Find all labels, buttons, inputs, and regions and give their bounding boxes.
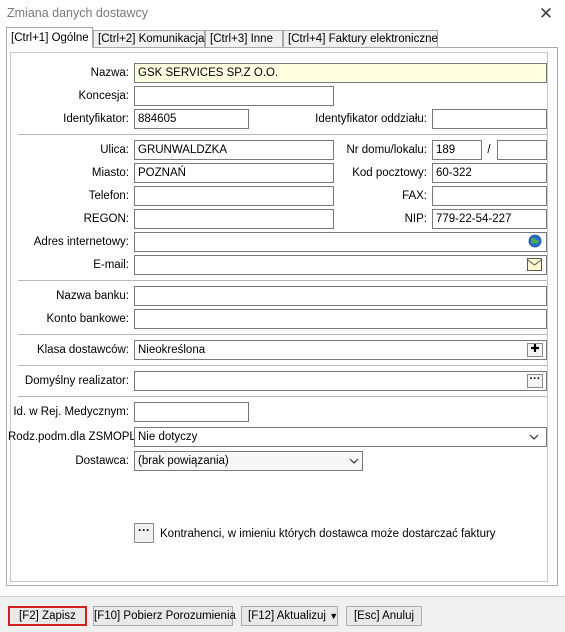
nazwa-field[interactable]: GSK SERVICES SP.Z O.O.: [134, 63, 547, 83]
regon-field[interactable]: [134, 209, 334, 229]
label-email: E-mail:: [93, 259, 129, 271]
id-rej-medycznym-field[interactable]: [134, 402, 249, 422]
anuluj-button[interactable]: [Esc] Anuluj: [346, 606, 422, 626]
nr-domu-field[interactable]: 189: [432, 140, 482, 160]
label-koncesja: Koncesja:: [78, 90, 129, 102]
koncesja-field[interactable]: [134, 86, 334, 106]
label-domyslny-realizator: Domyślny realizator:: [24, 375, 129, 387]
label-ulica: Ulica:: [100, 144, 129, 156]
adres-internetowy-field[interactable]: [134, 232, 547, 252]
nip-field[interactable]: 779-22-54-227: [432, 209, 547, 229]
chevron-down-icon[interactable]: [526, 429, 542, 445]
nazwa-banku-field[interactable]: [134, 286, 547, 306]
close-icon[interactable]: ✕: [537, 5, 555, 23]
zapisz-button[interactable]: [F2] Zapisz: [8, 606, 87, 626]
ellipsis-icon[interactable]: ···: [527, 374, 543, 388]
label-identyfikator: Identyfikator:: [63, 113, 129, 125]
label-fax: FAX:: [402, 190, 427, 202]
separator: [18, 280, 547, 281]
separator: [18, 396, 547, 397]
separator: [18, 134, 547, 135]
separator: [18, 334, 547, 335]
separator: [18, 365, 547, 366]
dropdown-arrow-icon: ▼: [329, 611, 339, 621]
fax-field[interactable]: [432, 186, 547, 206]
konto-bankowe-field[interactable]: [134, 309, 547, 329]
label-nr-domu: Nr domu/lokalu:: [346, 144, 427, 156]
label-nazwa-banku: Nazwa banku:: [56, 290, 129, 302]
miasto-field[interactable]: POZNAŃ: [134, 163, 334, 183]
label-telefon: Telefon:: [88, 190, 129, 202]
label-regon: REGON:: [83, 213, 129, 225]
label-nazwa: Nazwa:: [90, 67, 129, 79]
ulica-field[interactable]: GRUNWALDZKA: [134, 140, 334, 160]
envelope-icon[interactable]: [527, 258, 542, 271]
pobierz-porozumienia-button[interactable]: [F10] Pobierz Porozumienia: [93, 606, 236, 626]
label-konto-bankowe: Konto bankowe:: [46, 313, 129, 325]
nr-separator: /: [487, 144, 491, 156]
rodz-podm-select[interactable]: Nie dotyczy: [134, 427, 547, 447]
plus-icon[interactable]: ✚: [527, 343, 543, 357]
label-dostawca: Dostawca:: [75, 455, 129, 467]
globe-icon[interactable]: [528, 234, 542, 248]
identyfikator-field[interactable]: 884605: [134, 109, 249, 129]
label-adres-internetowy: Adres internetowy:: [33, 236, 129, 248]
label-klasa-dostawcow: Klasa dostawców:: [36, 344, 129, 356]
tab-inne[interactable]: [Ctrl+3] Inne: [205, 30, 283, 47]
label-miasto: Miasto:: [91, 167, 129, 179]
dostawca-select[interactable]: (brak powiązania): [134, 451, 363, 471]
aktualizuj-label: [F12] Aktualizuj: [248, 610, 326, 622]
label-nip: NIP:: [404, 213, 427, 225]
klasa-dostawcow-field[interactable]: Nieokreślona: [134, 340, 547, 360]
chevron-down-icon[interactable]: [346, 453, 362, 469]
label-identyfikator-oddzialu: Identyfikator oddziału:: [315, 113, 427, 125]
tab-komunikacja[interactable]: [Ctrl+2] Komunikacja: [93, 30, 205, 47]
identyfikator-oddzialu-field[interactable]: [432, 109, 547, 129]
domyslny-realizator-field[interactable]: [134, 371, 547, 391]
nr-lokalu-field[interactable]: [497, 140, 547, 160]
aktualizuj-button[interactable]: [F12] Aktualizuj ▼: [241, 606, 338, 626]
kontrahenci-label: Kontrahenci, w imieniu których dostawca …: [160, 528, 496, 540]
tab-faktury-elektroniczne[interactable]: [Ctrl+4] Faktury elektroniczne: [283, 30, 438, 47]
email-field[interactable]: [134, 255, 547, 275]
window-title: Zmiana danych dostawcy: [7, 6, 149, 20]
label-rodz-podm: Rodz.podm.dla ZSMOPL:: [8, 431, 140, 443]
label-id-rej-medycznym: Id. w Rej. Medycznym:: [13, 406, 129, 418]
kontrahenci-button[interactable]: ···: [134, 523, 154, 543]
telefon-field[interactable]: [134, 186, 334, 206]
tab-ogolne[interactable]: [Ctrl+1] Ogólne: [6, 27, 93, 48]
label-kod-pocztowy: Kod pocztowy:: [352, 167, 427, 179]
kod-pocztowy-field[interactable]: 60-322: [432, 163, 547, 183]
